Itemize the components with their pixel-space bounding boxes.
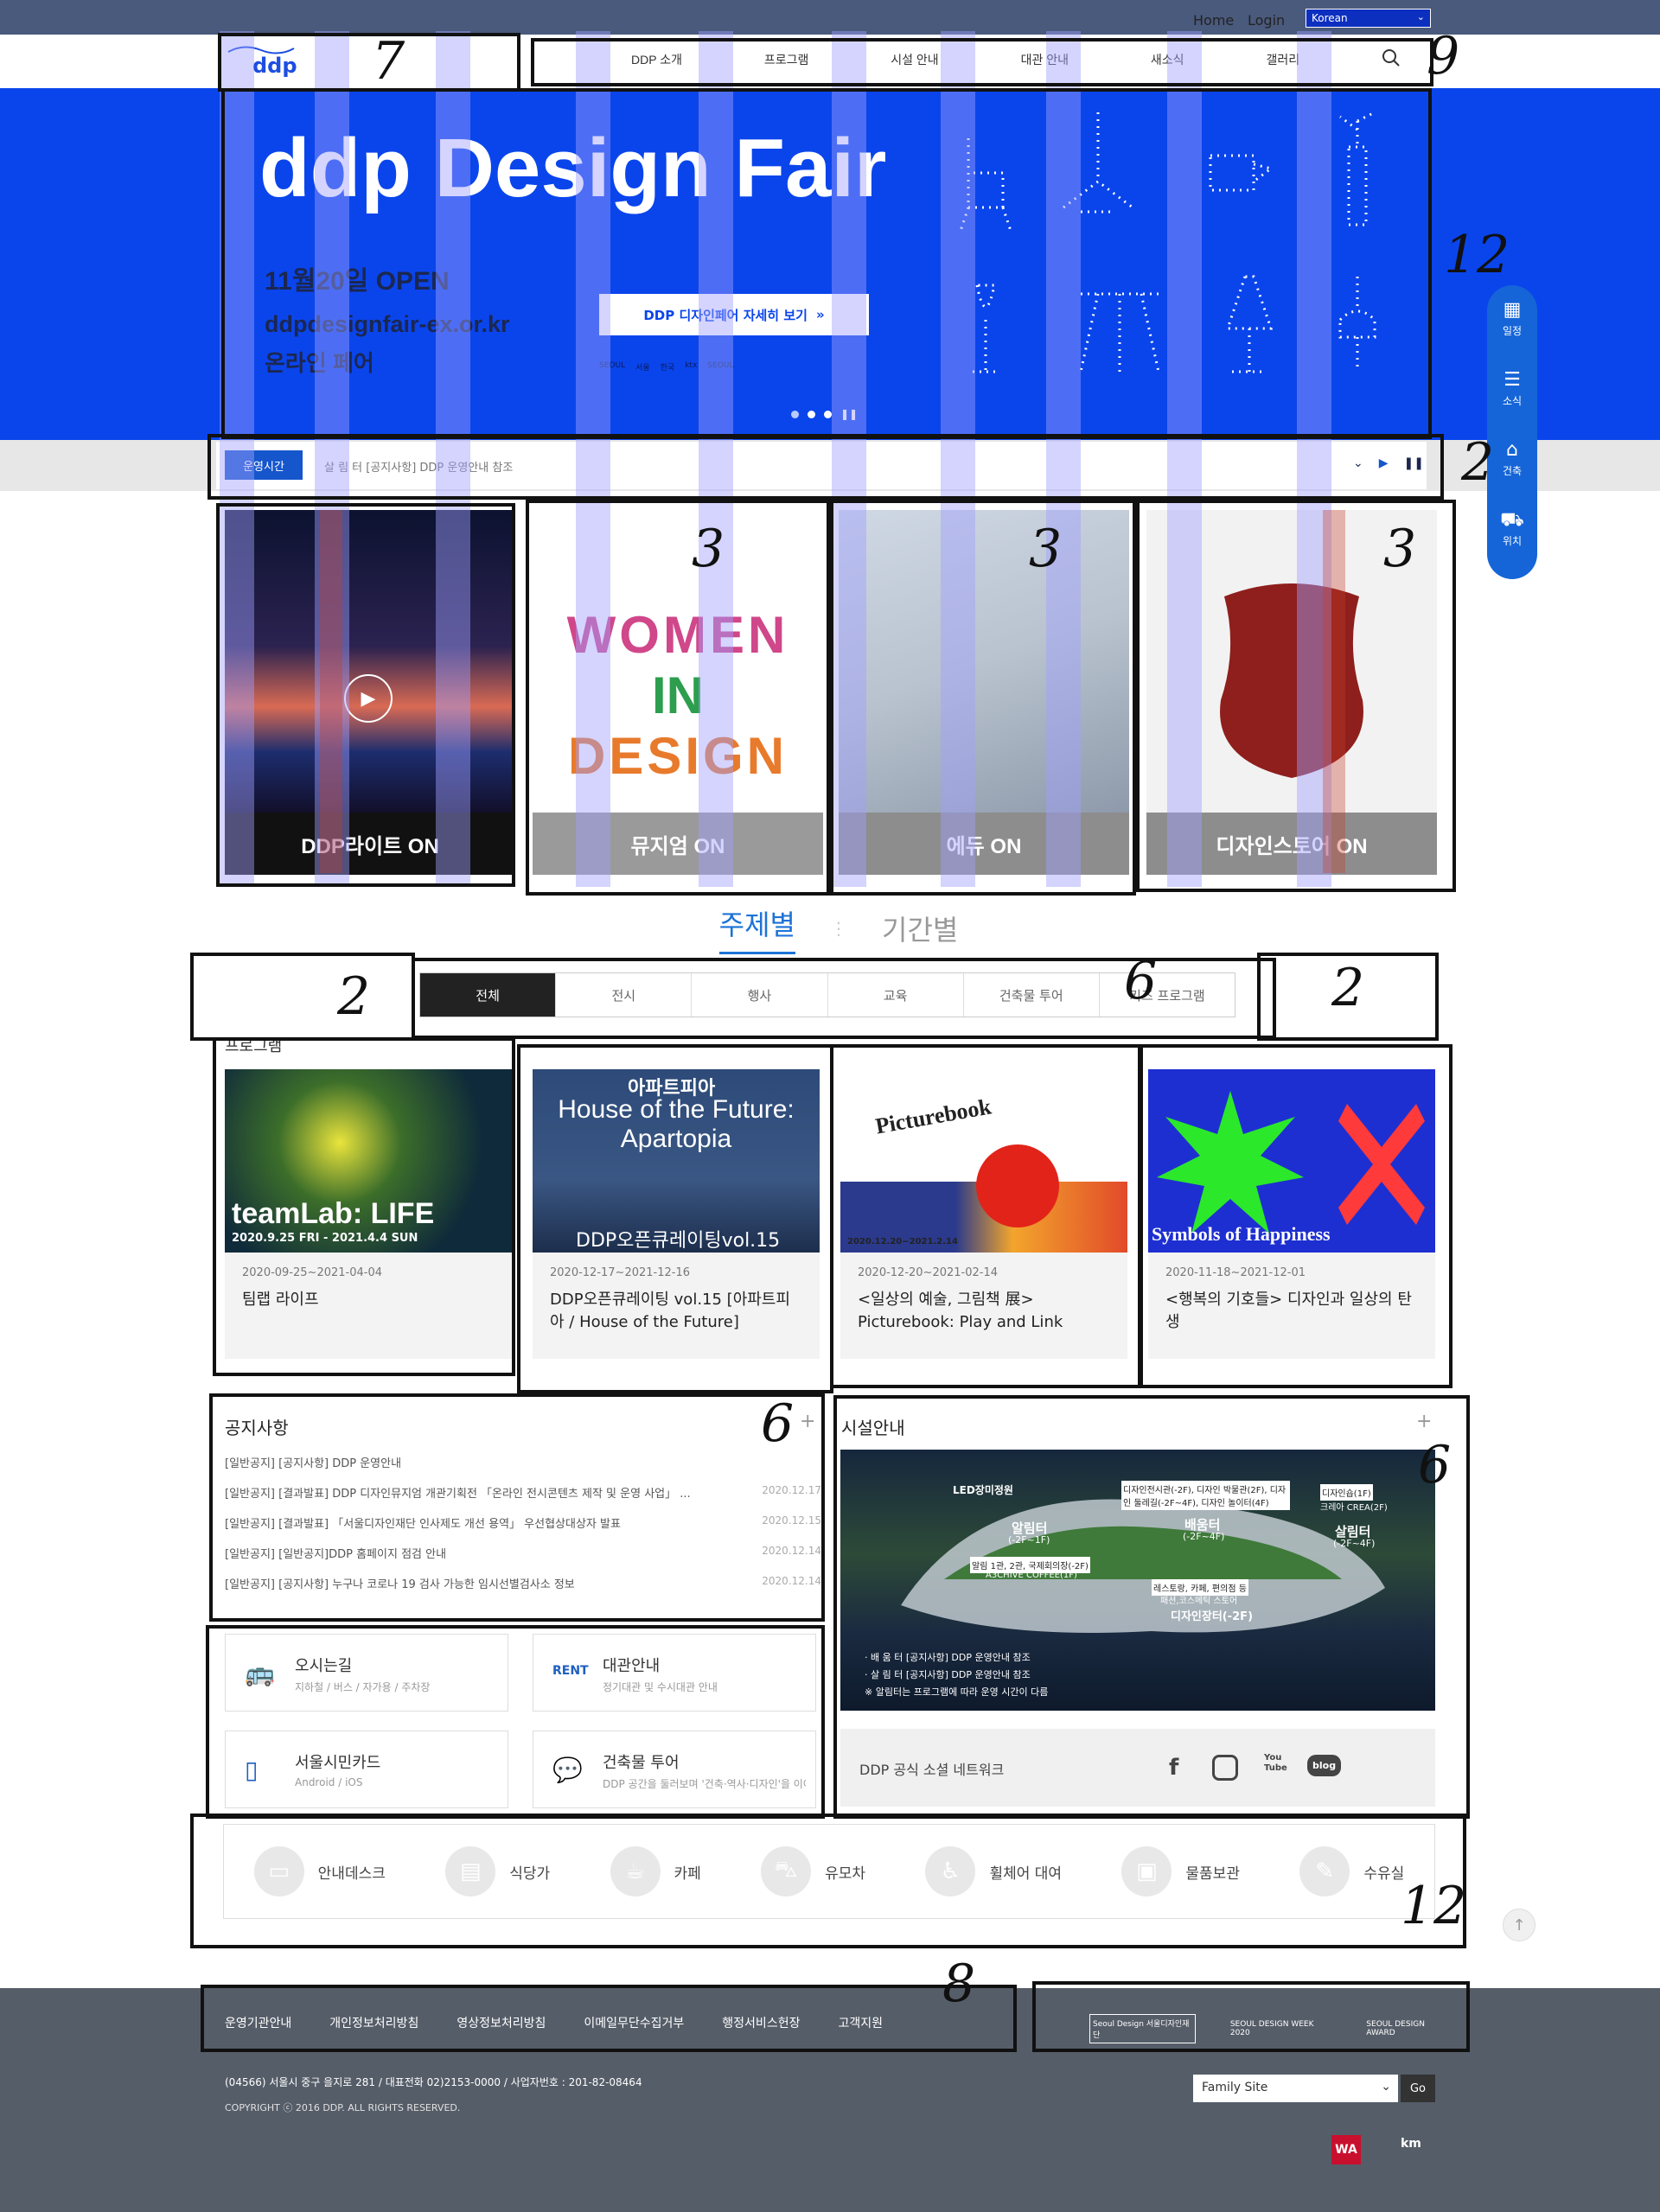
annotation-box: [208, 434, 1444, 500]
annotation-box: [526, 500, 830, 896]
annotation-mark: 3: [692, 519, 725, 579]
side-item-label: 일정: [1502, 325, 1523, 337]
side-item-label: 건축: [1502, 465, 1523, 477]
annotation-mark: 2: [1461, 432, 1495, 493]
side-item-label: 소식: [1502, 395, 1523, 407]
annotation-box: [1032, 1981, 1470, 2052]
annotation-mark: 6: [761, 1393, 795, 1454]
chevron-down-icon: ⌄: [1416, 11, 1425, 22]
side-item-location[interactable]: ⛟ 위치: [1500, 511, 1524, 548]
annotation-box: [209, 1393, 825, 1622]
tab-separator: ⋮: [830, 918, 847, 939]
language-value: Korean: [1312, 12, 1348, 24]
annotation-mark: 3: [1383, 519, 1417, 579]
side-item-architecture[interactable]: ⌂ 건축: [1503, 441, 1522, 478]
annotation-mark: 6: [1124, 951, 1158, 1011]
annotation-mark: 2: [1331, 958, 1365, 1018]
annotation-box: [201, 1985, 1017, 2052]
annotation-mark: 12: [1401, 1876, 1467, 1936]
annotation-box: [190, 1814, 1466, 1948]
building-icon: ⌂: [1506, 439, 1518, 461]
footer-copyright: COPYRIGHT ⓒ 2016 DDP. ALL RIGHTS RESERVE…: [225, 2102, 461, 2113]
annotation-box: [190, 953, 415, 1041]
annotation-box: [830, 1044, 1141, 1388]
annotation-box: [830, 500, 1136, 896]
family-site-go-button[interactable]: Go: [1401, 2075, 1435, 2102]
car-icon: ⛟: [1500, 509, 1524, 531]
quick-side-menu: ▦ 일정 ☰ 소식 ⌂ 건축 ⛟ 위치: [1487, 285, 1537, 579]
kmcert-mark-icon: km: [1401, 2137, 1421, 2151]
annotation-box: [517, 1044, 833, 1393]
home-link[interactable]: Home: [1193, 12, 1234, 29]
annotation-box: [833, 1395, 1470, 1819]
tab-by-period[interactable]: 기간별: [882, 908, 958, 948]
web-accessibility-mark-icon: WA: [1331, 2135, 1361, 2164]
annotation-box: [218, 33, 520, 92]
annotation-box: [531, 38, 1433, 86]
annotation-mark: 12: [1444, 225, 1510, 285]
annotation-mark: 3: [1029, 519, 1063, 579]
side-item-news[interactable]: ☰ 소식: [1503, 371, 1522, 408]
calendar-icon: ▦: [1503, 299, 1522, 321]
annotation-mark: 6: [1418, 1435, 1452, 1495]
annotation-box: [221, 88, 1432, 439]
annotation-mark: 7: [372, 31, 405, 92]
footer-address: (04566) 서울시 중구 을지로 281 / 대표전화 02)2153-00…: [225, 2076, 642, 2088]
back-to-top-icon[interactable]: ↑: [1503, 1909, 1536, 1941]
annotation-mark: 2: [337, 966, 371, 1027]
annotation-box: [1140, 1044, 1452, 1388]
annotation-box: [213, 1037, 515, 1376]
login-link[interactable]: Login: [1248, 12, 1285, 29]
side-item-schedule[interactable]: ▦ 일정: [1503, 301, 1522, 338]
family-site-select[interactable]: Family Site ⌄: [1193, 2075, 1398, 2102]
annotation-mark: 8: [942, 1954, 976, 2014]
tab-by-theme[interactable]: 주제별: [718, 903, 795, 954]
family-site-value: Family Site: [1202, 2081, 1268, 2094]
chevron-down-icon: ⌄: [1381, 2080, 1391, 2094]
annotation-box: [216, 503, 515, 887]
side-item-label: 위치: [1502, 535, 1523, 547]
annotation-mark: 9: [1427, 26, 1460, 86]
language-select[interactable]: Korean ⌄: [1306, 9, 1431, 28]
annotation-box: [206, 1625, 825, 1819]
program-view-tabs: 주제별 ⋮ 기간별: [692, 902, 986, 954]
list-icon: ☰: [1504, 369, 1521, 391]
